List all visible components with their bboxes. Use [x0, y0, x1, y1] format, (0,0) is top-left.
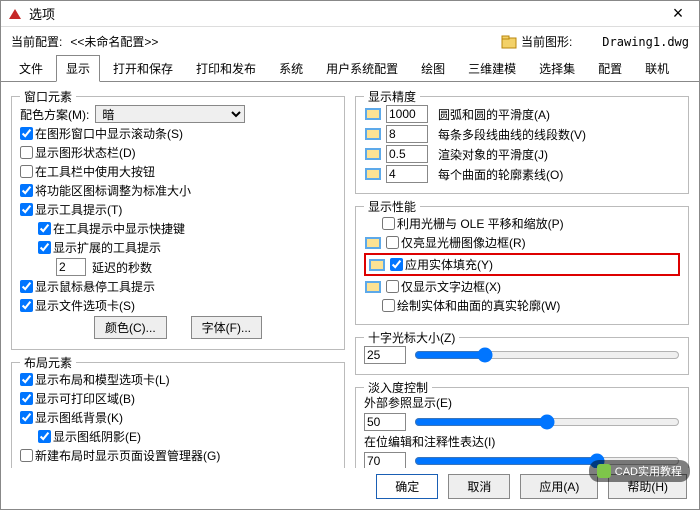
- raster-checkbox[interactable]: [382, 217, 395, 230]
- dwg-icon: [368, 258, 386, 272]
- font-button[interactable]: 字体(F)...: [191, 316, 262, 339]
- tab-opensave[interactable]: 打开和保存: [103, 55, 183, 82]
- color-button[interactable]: 颜色(C)...: [94, 316, 167, 339]
- scheme-label: 配色方案(M):: [20, 106, 89, 123]
- solidfill-checkbox[interactable]: [390, 258, 403, 271]
- shortcut-checkbox[interactable]: [38, 222, 51, 235]
- pagesetup-checkbox[interactable]: [20, 449, 33, 462]
- tab-userpref[interactable]: 用户系统配置: [316, 55, 408, 82]
- shadow-checkbox[interactable]: [38, 430, 51, 443]
- dialog-title: 选项: [29, 4, 663, 23]
- tabs: 文件 显示 打开和保存 打印和发布 系统 用户系统配置 绘图 三维建模 选择集 …: [1, 54, 699, 82]
- tab-display[interactable]: 显示: [56, 55, 100, 82]
- stdicon-checkbox[interactable]: [20, 184, 33, 197]
- group-display-precision: 显示精度 圆弧和圆的平滑度(A) 每条多段线曲线的线段数(V) 渲染对象的平滑度…: [355, 96, 689, 194]
- group-fade: 淡入度控制 外部参照显示(E) 在位编辑和注释性表达(I): [355, 387, 689, 468]
- tab-online[interactable]: 联机: [635, 55, 679, 82]
- cancel-button[interactable]: 取消: [448, 474, 510, 499]
- tab-selection[interactable]: 选择集: [529, 55, 585, 82]
- scroll-checkbox[interactable]: [20, 127, 33, 140]
- tab-profiles[interactable]: 配置: [588, 55, 632, 82]
- crosshair-input[interactable]: [364, 346, 406, 364]
- filetabs-checkbox[interactable]: [20, 299, 33, 312]
- layouttabs-checkbox[interactable]: [20, 373, 33, 386]
- paper-checkbox[interactable]: [20, 411, 33, 424]
- render-input[interactable]: [386, 145, 428, 163]
- exttip-checkbox[interactable]: [38, 241, 51, 254]
- bigbtn-checkbox[interactable]: [20, 165, 33, 178]
- rasterframe-checkbox[interactable]: [386, 236, 399, 249]
- wechat-icon: [597, 464, 611, 478]
- rollover-checkbox[interactable]: [20, 280, 33, 293]
- scheme-select[interactable]: 暗: [95, 105, 245, 123]
- group-window-elements: 窗口元素 配色方案(M): 暗 在图形窗口中显示滚动条(S) 显示图形状态栏(D…: [11, 96, 345, 350]
- drawing-value: Drawing1.dwg: [602, 35, 689, 49]
- textframe-checkbox[interactable]: [386, 280, 399, 293]
- printable-checkbox[interactable]: [20, 392, 33, 405]
- profile-value: <<未命名配置>>: [70, 33, 158, 50]
- tab-plot[interactable]: 打印和发布: [186, 55, 266, 82]
- crosshair-slider[interactable]: [414, 347, 680, 363]
- tab-drafting[interactable]: 绘图: [411, 55, 455, 82]
- dwg-icon: [364, 236, 382, 250]
- dwg-icon: [364, 147, 382, 161]
- tab-file[interactable]: 文件: [9, 55, 53, 82]
- group-display-perf: 显示性能 利用光栅与 OLE 平移和缩放(P) 仅亮显光栅图像边框(R) 应用实…: [355, 206, 689, 325]
- delay-input[interactable]: [56, 258, 86, 276]
- tab-3d[interactable]: 三维建模: [458, 55, 526, 82]
- xref-input[interactable]: [364, 413, 406, 431]
- dwg-icon: [364, 127, 382, 141]
- watermark: CAD实用教程: [589, 460, 690, 482]
- ok-button[interactable]: 确定: [376, 474, 438, 499]
- tab-system[interactable]: 系统: [269, 55, 313, 82]
- statusbar-checkbox[interactable]: [20, 146, 33, 159]
- xref-slider[interactable]: [414, 414, 680, 430]
- profile-label: 当前配置:: [11, 33, 62, 50]
- arc-input[interactable]: [386, 105, 428, 123]
- dwg-icon: [364, 167, 382, 181]
- app-icon: [7, 7, 23, 21]
- highlight-solidfill: 应用实体填充(Y): [364, 253, 680, 276]
- close-icon[interactable]: ×: [663, 3, 693, 24]
- dwg-icon: [364, 107, 382, 121]
- seg-input[interactable]: [386, 125, 428, 143]
- dwg-icon: [364, 280, 382, 294]
- surf-input[interactable]: [386, 165, 428, 183]
- silhouette-checkbox[interactable]: [382, 299, 395, 312]
- tooltip-checkbox[interactable]: [20, 203, 33, 216]
- apply-button[interactable]: 应用(A): [520, 474, 598, 499]
- drawing-label: 当前图形:: [521, 33, 572, 50]
- inplace-input[interactable]: [364, 452, 406, 468]
- group-layout-elements: 布局元素 显示布局和模型选项卡(L) 显示可打印区域(B) 显示图纸背景(K) …: [11, 362, 345, 468]
- drawing-icon: [501, 35, 517, 49]
- group-crosshair: 十字光标大小(Z): [355, 337, 689, 375]
